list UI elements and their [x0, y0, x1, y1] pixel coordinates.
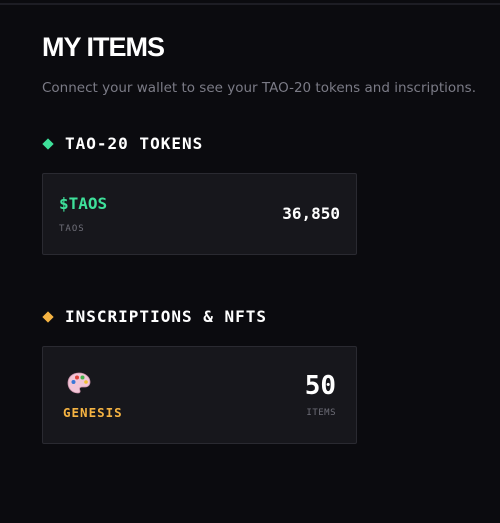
token-card-taos[interactable]: $TAOS TAOS 36,850: [42, 173, 357, 255]
tokens-section-header: TAO-20 TOKENS: [42, 134, 204, 153]
token-ticker: $TAOS: [59, 194, 108, 213]
tokens-section-title: TAO-20 TOKENS: [65, 134, 204, 153]
nfts-section-title: INSCRIPTIONS & NFTS: [65, 307, 268, 326]
collection-count-unit: ITEMS: [306, 408, 336, 418]
token-symbol: TAOS: [59, 224, 85, 234]
orange-diamond-icon: [42, 310, 54, 323]
palette-icon: [67, 372, 91, 394]
top-divider: [0, 3, 500, 5]
collection-count: 50: [304, 371, 336, 401]
nfts-section-header: INSCRIPTIONS & NFTS: [42, 307, 268, 326]
green-diamond-icon: [42, 137, 54, 150]
page-title: MY ITEMS: [42, 32, 165, 62]
page-subtitle: Connect your wallet to see your TAO-20 t…: [42, 80, 477, 96]
token-balance: 36,850: [282, 204, 340, 223]
collection-name: GENESIS: [63, 405, 123, 420]
collection-card-genesis[interactable]: GENESIS 50 ITEMS: [42, 346, 357, 444]
